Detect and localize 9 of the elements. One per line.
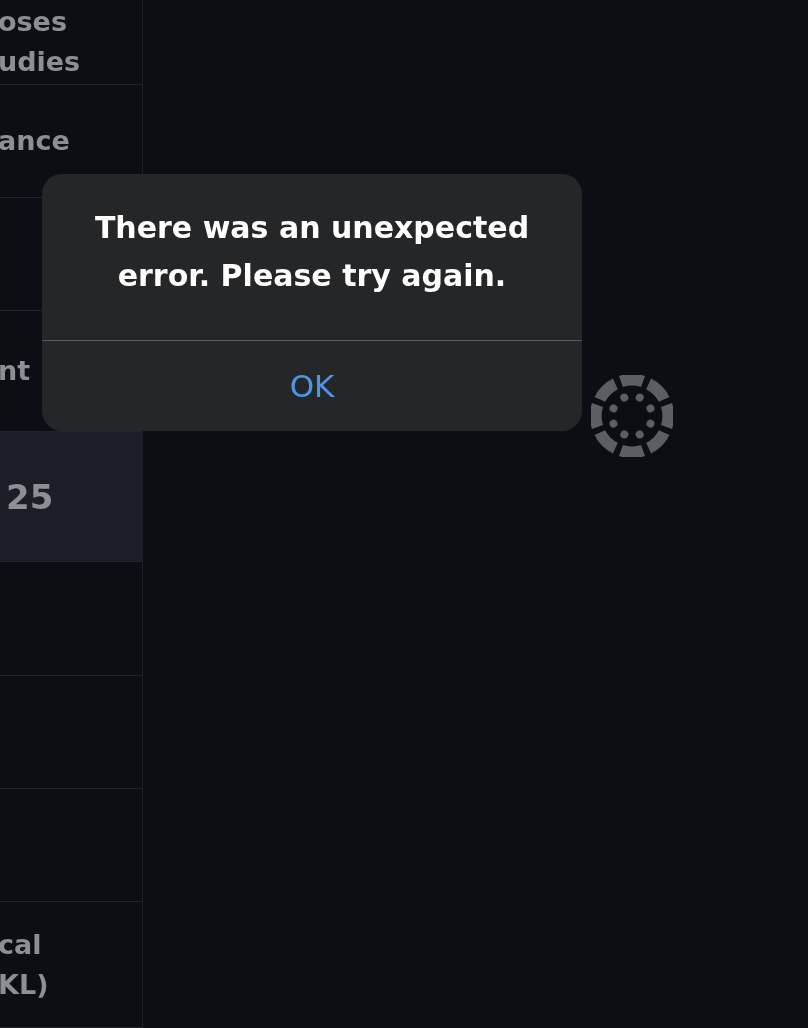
alert-message: There was an unexpected error. Please try again. xyxy=(93,209,531,295)
row-label: ance xyxy=(0,124,70,158)
row-label: nt xyxy=(0,354,31,388)
row-label: cal KL) xyxy=(0,927,49,1002)
list-row[interactable]: 25 xyxy=(0,432,142,562)
loading-spinner-icon xyxy=(591,375,673,457)
row-label: oses udies xyxy=(0,5,81,79)
row-label: 25 xyxy=(6,476,54,517)
ok-button[interactable]: OK xyxy=(42,341,582,431)
